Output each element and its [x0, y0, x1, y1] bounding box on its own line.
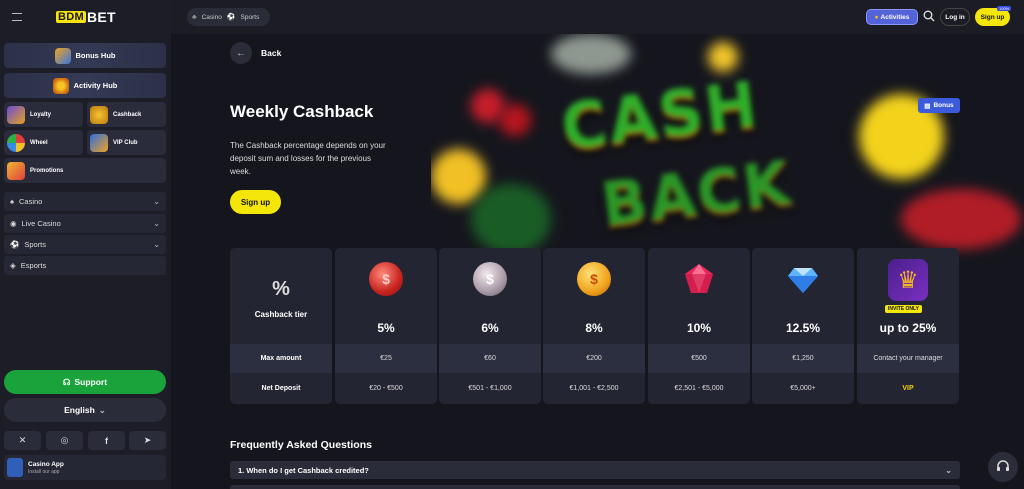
tab-casino[interactable]: Casino — [202, 14, 222, 21]
instagram-social-button[interactable]: ◎ — [46, 431, 83, 450]
gift-icon — [54, 47, 71, 64]
gold-coin-icon: $ — [577, 262, 611, 296]
faq-title: Frequently Asked Questions — [230, 439, 372, 451]
sidebar-item-live-casino[interactable]: ◉ Live Casino ⌄ — [4, 214, 166, 233]
sidebar-tile-loyalty[interactable]: Loyalty — [4, 102, 83, 127]
crown-icon: ♛ — [888, 259, 928, 301]
tab-sports[interactable]: Sports — [241, 14, 260, 21]
sidebar-item-sports[interactable]: ⚽ Sports ⌄ — [4, 235, 166, 254]
telegram-icon: ➤ — [143, 435, 152, 445]
casino-app-banner[interactable]: Casino App Install our app — [4, 455, 166, 480]
bonus-tag: ▤ Bonus — [918, 98, 960, 113]
chevron-down-icon: ⌄ — [98, 404, 106, 415]
language-select[interactable]: English ⌄ — [4, 398, 166, 422]
headset-icon — [997, 460, 1009, 471]
top-bar: ♣ Casino ⚽ Sports ● Activities Log in Si… — [171, 0, 1024, 34]
silver-coin-icon: $ — [473, 262, 507, 296]
cherry-icon: ♣ — [192, 13, 197, 21]
support-button[interactable]: ☊ Support — [4, 370, 166, 394]
casino-sports-switch[interactable]: ♣ Casino ⚽ Sports — [187, 8, 270, 26]
tier-column: $ 8% €200 €1,001 - €2,500 — [543, 248, 645, 404]
cash-back-art: CASH — [557, 67, 763, 164]
cards-icon: ♠ — [10, 197, 14, 206]
chevron-down-icon: ⌄ — [153, 219, 160, 228]
tier-column: 12.5% €1,250 €5,000+ — [752, 248, 854, 404]
megaphone-icon — [7, 161, 25, 180]
faq-item[interactable] — [230, 485, 960, 489]
chevron-down-icon: ⌄ — [153, 197, 160, 206]
activity-hub-button[interactable]: Activity Hub — [4, 73, 166, 98]
tier-column-vip: ♛ INVITE ONLY up to 25% Contact your man… — [857, 248, 959, 404]
sidebar-item-casino[interactable]: ♠ Casino ⌄ — [4, 192, 166, 211]
red-coin-icon: $ — [369, 262, 403, 296]
x-social-button[interactable]: ✕ — [4, 431, 41, 450]
page-title: Weekly Cashback — [230, 102, 374, 121]
live-chat-button[interactable] — [988, 452, 1018, 482]
facebook-icon: f — [105, 435, 108, 446]
tier-column: $ 5% €25 €20 - €500 — [335, 248, 437, 404]
tier-column: $ 6% €60 €501 - €1,000 — [439, 248, 541, 404]
instagram-icon: ◎ — [60, 435, 69, 445]
vip-car-icon — [90, 133, 108, 152]
gamepad-icon: ◈ — [10, 261, 16, 270]
tier-header-column: % Cashback tier Max amount Net Deposit — [230, 248, 332, 404]
activities-button[interactable]: ● Activities — [866, 9, 918, 25]
sidebar-tile-vip[interactable]: VIP Club — [87, 130, 166, 155]
menu-icon[interactable] — [12, 13, 22, 21]
target-icon — [52, 77, 69, 94]
activities-icon: ● — [874, 13, 879, 21]
percent-icon: % — [272, 278, 290, 300]
arrow-left-icon: ← — [230, 42, 252, 64]
faq-item[interactable]: 1. When do I get Cashback credited? ⌄ — [230, 461, 960, 479]
invite-only-badge: INVITE ONLY — [885, 305, 922, 313]
ruby-gem-icon — [685, 264, 713, 293]
telegram-social-button[interactable]: ➤ — [129, 431, 166, 450]
sidebar: BDM BET Bonus Hub Activity Hub Loyalty C… — [0, 0, 171, 489]
bonus-hub-button[interactable]: Bonus Hub — [4, 43, 166, 68]
sidebar-tile-cashback[interactable]: Cashback — [87, 102, 166, 127]
phone-icon — [7, 458, 23, 477]
ball-icon: ⚽ — [226, 14, 236, 21]
hero-image: CASH BACK — [431, 34, 1024, 264]
brand-logo[interactable]: BDM BET — [56, 9, 116, 25]
diamond-gem-icon — [788, 268, 818, 293]
chevron-down-icon: ⌄ — [153, 240, 160, 249]
cash-back-art-2: BACK — [597, 147, 796, 241]
search-icon[interactable] — [923, 10, 935, 22]
loyalty-icon — [7, 105, 25, 124]
page-description: The Cashback percentage depends on your … — [230, 141, 386, 176]
facebook-social-button[interactable]: f — [88, 431, 125, 450]
sidebar-item-esports[interactable]: ◈ Esports — [4, 256, 166, 275]
signup-bonus-badge: 100% — [997, 6, 1012, 11]
sidebar-tile-wheel[interactable]: Wheel — [4, 130, 83, 155]
wheel-icon — [7, 133, 25, 152]
tier-column: 10% €500 €2,501 - €5,000 — [648, 248, 750, 404]
headset-icon: ☊ — [62, 376, 71, 387]
login-button[interactable]: Log in — [940, 8, 970, 26]
live-icon: ◉ — [10, 219, 17, 228]
sidebar-tile-promotions[interactable]: Promotions — [4, 158, 166, 183]
x-icon: ✕ — [18, 435, 27, 445]
ball-icon: ⚽ — [10, 240, 20, 249]
bonus-icon: ▤ — [924, 102, 931, 110]
hero-signup-button[interactable]: Sign up — [230, 190, 281, 214]
main-content: CASH BACK ← Back Weekly Cashback The Cas… — [171, 34, 1024, 489]
back-button[interactable]: ← Back — [230, 42, 281, 64]
chevron-down-icon: ⌄ — [945, 465, 952, 475]
cashback-icon — [90, 105, 108, 124]
